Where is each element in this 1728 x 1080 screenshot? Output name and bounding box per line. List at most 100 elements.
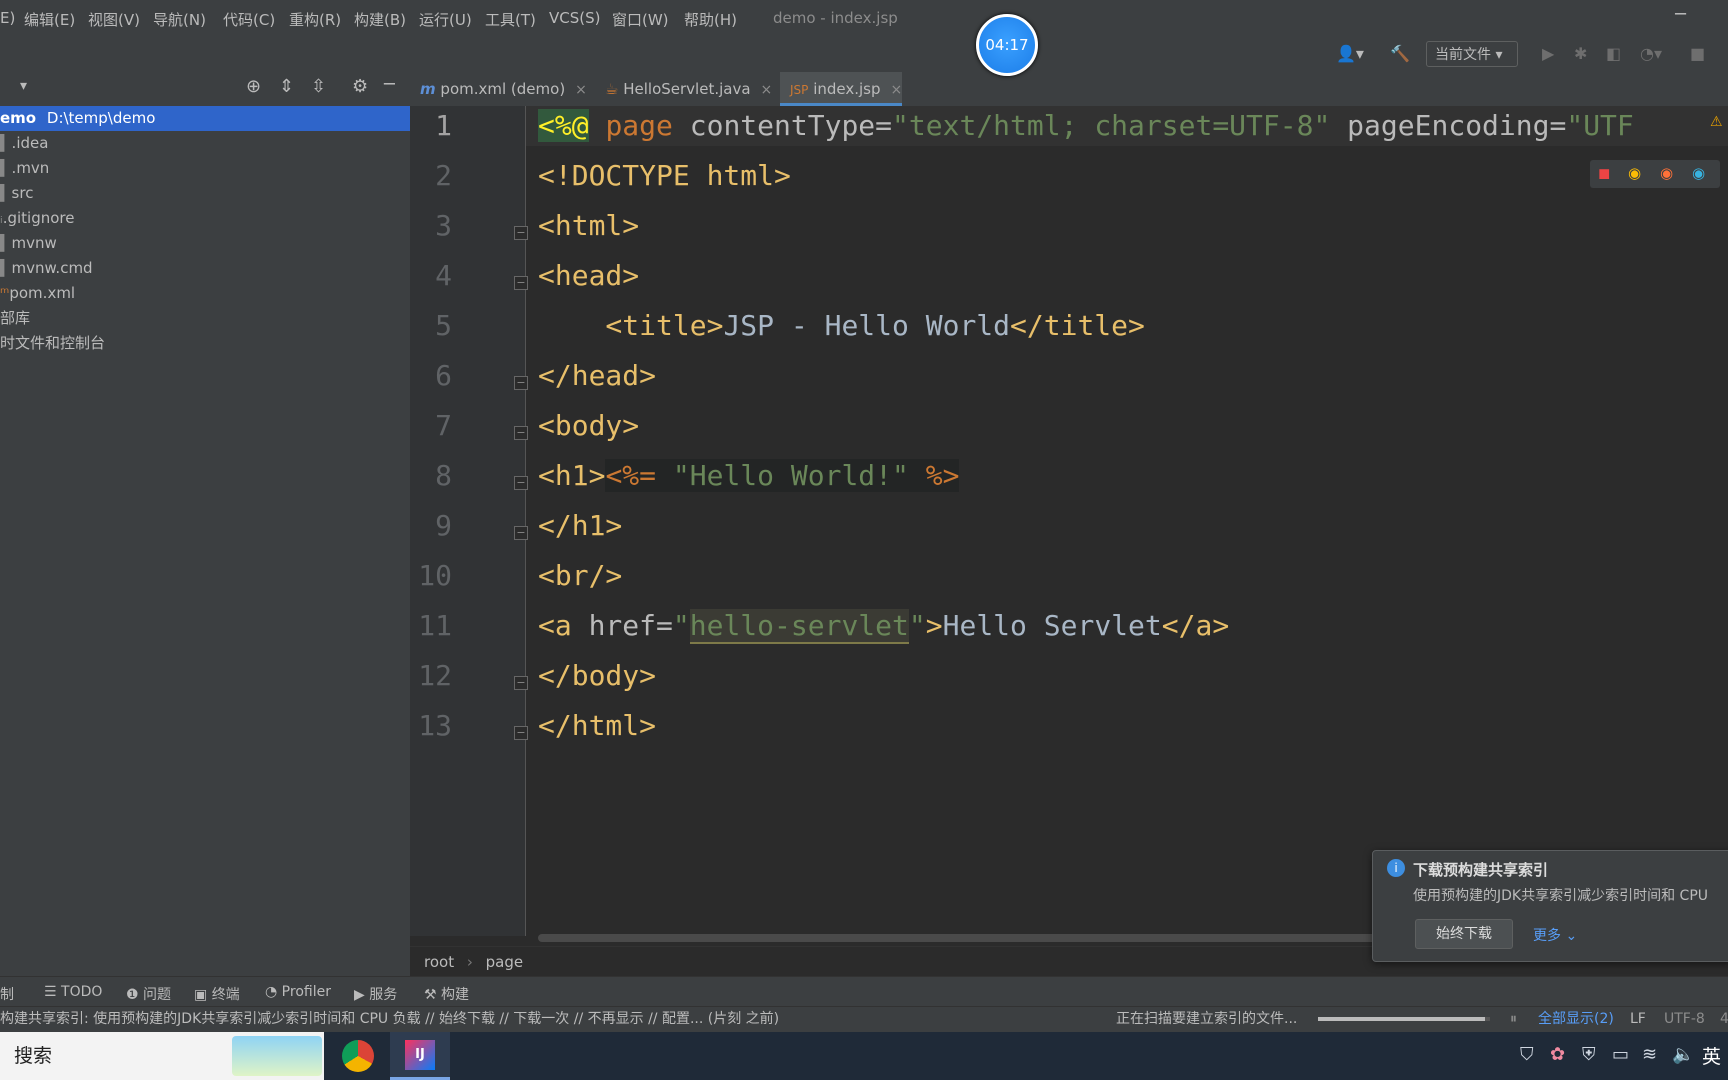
file-encoding[interactable]: UTF-8 <box>1664 1007 1705 1031</box>
code-line-4: <head> <box>538 259 640 292</box>
tree-item-mvnw[interactable]: ▍mvnw <box>0 231 57 256</box>
debug-icon[interactable]: ✱ <box>1574 44 1587 63</box>
tree-item-label: mvnw.cmd <box>11 259 93 277</box>
user-icon[interactable]: 👤▾ <box>1336 44 1364 63</box>
menu-item-vcs[interactable]: VCS(S) <box>549 9 600 27</box>
menu-item-edit[interactable]: 编辑(E) <box>24 9 75 30</box>
security-icon[interactable]: ⛨ <box>1582 1044 1596 1065</box>
minimize-button[interactable]: ─ <box>1675 4 1686 25</box>
menu-item-run[interactable]: 运行(U) <box>419 9 472 30</box>
menu-item-tools[interactable]: 工具(T) <box>485 9 536 30</box>
recording-timer[interactable]: 04:17 <box>976 14 1038 76</box>
tree-item-external-libraries[interactable]: 部库 <box>0 306 30 331</box>
menu-item-refactor[interactable]: 重构(R) <box>289 9 341 30</box>
menu-item-code[interactable]: 代码(C) <box>223 9 275 30</box>
wifi-icon[interactable]: ≋ <box>1642 1044 1657 1065</box>
status-message[interactable]: 构建共享索引: 使用预构建的JDK共享索引减少索引时间和 CPU 负载 // 始… <box>0 1007 779 1031</box>
tool-terminal[interactable]: ▣ 终端 <box>194 984 240 1004</box>
tool-label: 服务 <box>369 987 398 1003</box>
menu-item-file[interactable]: E) <box>0 9 15 27</box>
indent-indicator[interactable]: 4 <box>1720 1007 1728 1031</box>
notification-body: 使用预构建的JDK共享索引减少索引时间和 CPU <box>1413 888 1709 904</box>
line-number: 10 <box>418 559 452 592</box>
tree-item-scratches[interactable]: 时文件和控制台 <box>0 331 105 356</box>
menu-item-navigate[interactable]: 导航(N) <box>153 9 206 30</box>
fold-icon[interactable]: − <box>514 276 528 290</box>
stop-icon[interactable]: ■ <box>1690 44 1705 63</box>
profile-icon[interactable]: ◔▾ <box>1640 44 1662 63</box>
tool-services[interactable]: ▶ 服务 <box>354 984 397 1004</box>
collapse-all-icon[interactable]: ⇳ <box>311 76 326 97</box>
close-icon[interactable]: × <box>575 82 587 98</box>
hide-panel-icon[interactable]: ─ <box>384 74 395 95</box>
horizontal-scrollbar[interactable] <box>538 934 1378 942</box>
code-token: > <box>925 609 943 642</box>
tab-helloservlet[interactable]: ☕ HelloServlet.java × <box>605 72 785 106</box>
tree-item-label: pom.xml <box>9 284 76 302</box>
tree-item-src[interactable]: ▍src <box>0 181 33 206</box>
chrome-icon[interactable]: ◉ <box>1628 164 1641 182</box>
tool-version-control[interactable]: 制 <box>0 984 14 1004</box>
hammer-icon[interactable]: 🔨 <box>1390 44 1410 63</box>
code-line-9: </h1> <box>538 509 623 542</box>
coverage-icon[interactable]: ◧ <box>1606 44 1621 63</box>
services-icon: ▶ <box>354 987 370 1003</box>
fold-icon[interactable]: − <box>514 426 528 440</box>
tree-item-gitignore[interactable]: ᵢ.gitignore <box>0 206 74 231</box>
tree-item-pom[interactable]: ᵐpom.xml <box>0 281 75 306</box>
menu-item-window[interactable]: 窗口(W) <box>612 9 669 30</box>
tool-build[interactable]: ⚒ 构建 <box>424 984 469 1004</box>
fold-icon[interactable]: − <box>514 676 528 690</box>
taskbar-search[interactable]: 搜索 <box>0 1032 324 1080</box>
fold-icon[interactable]: − <box>514 726 528 740</box>
fold-icon[interactable]: − <box>514 476 528 490</box>
menu-item-view[interactable]: 视图(V) <box>88 9 140 30</box>
tree-item-mvn[interactable]: ▍.mvn <box>0 156 49 181</box>
tree-root-demo[interactable]: emo D:\temp\demo <box>0 106 410 131</box>
breadcrumb-root[interactable]: root <box>424 953 454 971</box>
ime-indicator[interactable]: 英 <box>1702 1042 1721 1069</box>
menu-item-help[interactable]: 帮助(H) <box>684 9 737 30</box>
edge-icon[interactable]: ◉ <box>1692 164 1705 182</box>
tree-item-mvnw-cmd[interactable]: ▍mvnw.cmd <box>0 256 93 281</box>
show-all-link[interactable]: 全部显示(2) <box>1538 1007 1614 1031</box>
code-token: "Hello World!" <box>656 459 926 492</box>
warning-icon[interactable]: ⚠ <box>1710 114 1723 130</box>
terminal-icon: ▣ <box>194 987 212 1003</box>
close-icon[interactable]: × <box>891 82 903 98</box>
expand-all-icon[interactable]: ⇕ <box>279 76 294 97</box>
breadcrumb-page[interactable]: page <box>486 953 523 971</box>
run-icon[interactable]: ▶ <box>1542 44 1554 63</box>
always-download-button[interactable]: 始终下载 <box>1415 919 1513 949</box>
close-icon[interactable]: × <box>761 82 773 98</box>
run-config-select[interactable]: 当前文件 ▾ <box>1426 41 1518 67</box>
line-separator[interactable]: LF <box>1630 1007 1646 1031</box>
defender-icon[interactable]: ⛉ <box>1520 1044 1534 1065</box>
tool-todo[interactable]: ☰ TODO <box>44 984 102 1000</box>
code-editor[interactable]: 1 2 3 4 5 6 7 8 9 10 11 12 13 − − − − − … <box>410 106 1728 936</box>
tool-profiler[interactable]: ◔ Profiler <box>265 984 331 1000</box>
line-number: 4 <box>435 259 452 292</box>
fold-icon[interactable]: − <box>514 226 528 240</box>
app-tray-icon[interactable]: ✿ <box>1550 1044 1565 1065</box>
battery-icon[interactable]: ▭ <box>1612 1044 1629 1065</box>
fold-icon[interactable]: − <box>514 526 528 540</box>
intellij-icon[interactable]: ◼ <box>1598 164 1610 182</box>
more-link[interactable]: 更多 ⌄ <box>1533 925 1577 945</box>
tab-index-jsp[interactable]: JSP index.jsp × <box>780 72 902 106</box>
tab-pom[interactable]: m pom.xml (demo) × <box>420 72 600 106</box>
tool-problems[interactable]: ❶ 问题 <box>126 984 171 1004</box>
fold-icon[interactable]: − <box>514 376 528 390</box>
menu-item-build[interactable]: 构建(B) <box>354 9 406 30</box>
intellij-taskbar-button[interactable]: IJ <box>390 1032 450 1080</box>
folder-icon: ▍ <box>0 184 12 202</box>
dropdown-icon[interactable]: ▾ <box>20 78 27 94</box>
locate-icon[interactable]: ⊕ <box>246 76 261 97</box>
tree-item-idea[interactable]: ▍.idea <box>0 131 48 156</box>
firefox-icon[interactable]: ◉ <box>1660 164 1673 182</box>
pause-icon[interactable]: ⏸ <box>1510 1007 1517 1031</box>
gear-icon[interactable]: ⚙ <box>352 76 368 97</box>
volume-icon[interactable]: 🔈 <box>1672 1044 1694 1065</box>
code-text[interactable]: <%@ page contentType="text/html; charset… <box>538 106 1634 742</box>
chrome-icon[interactable] <box>342 1040 374 1072</box>
